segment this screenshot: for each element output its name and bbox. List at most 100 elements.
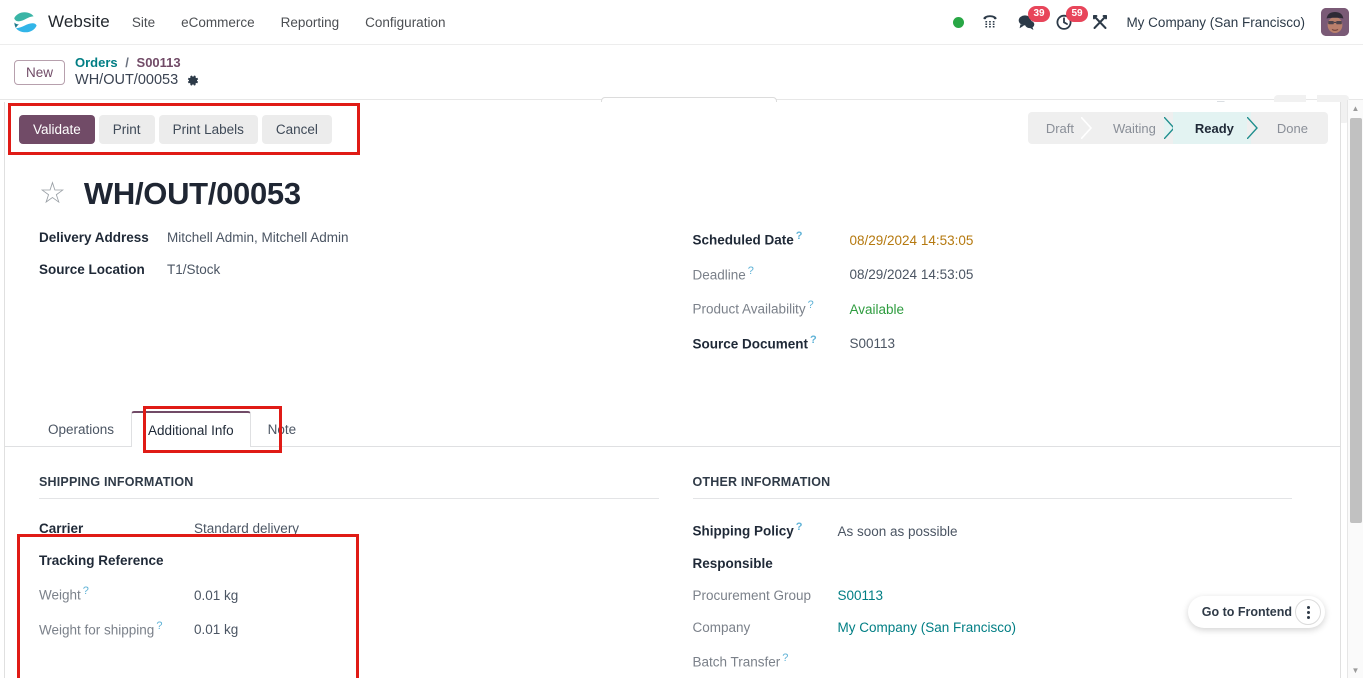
menu-item-site[interactable]: Site	[132, 15, 155, 30]
presence-status-dot-icon	[953, 16, 965, 28]
field-tracking-reference: Tracking Reference	[39, 553, 673, 568]
menu-item-ecommerce[interactable]: eCommerce	[181, 15, 255, 30]
status-stage-draft[interactable]: Draft	[1028, 112, 1093, 144]
field-procurement-group-value[interactable]: S00113	[838, 588, 884, 603]
print-button[interactable]: Print	[98, 115, 155, 144]
form-sheet: Validate Print Print Labels Cancel Draft…	[4, 102, 1341, 678]
new-button[interactable]: New	[14, 59, 66, 85]
odoo-app-window: Website Site eCommerce Reporting Configu…	[0, 0, 1363, 678]
activities-clock-icon[interactable]: 59	[1054, 6, 1088, 32]
field-shipping-policy-value[interactable]: As soon as possible	[838, 524, 958, 539]
field-responsible: Responsible	[693, 556, 1307, 571]
field-source-location-value[interactable]: T1/Stock	[167, 262, 220, 277]
field-source-document: Source Document? S00113	[693, 334, 1307, 352]
breadcrumb: Orders / S00113 WH/OUT/00053	[75, 55, 200, 89]
scroll-down-arrow-icon[interactable]: ▼	[1348, 662, 1363, 678]
help-tooltip-icon[interactable]: ?	[782, 652, 788, 664]
print-labels-button[interactable]: Print Labels	[158, 115, 258, 144]
form-column-left: Delivery Address Mitchell Admin, Mitchel…	[39, 230, 673, 368]
scrollbar-thumb[interactable]	[1350, 118, 1362, 523]
field-product-availability-value: Available	[849, 301, 905, 317]
messages-icon[interactable]: 39	[1016, 6, 1050, 32]
star-outline-icon[interactable]: ☆	[39, 179, 66, 209]
field-company-label: Company	[692, 619, 751, 635]
field-shipping-policy: Shipping Policy? As soon as possible	[693, 521, 1307, 539]
status-stage-ready-label: Ready	[1194, 120, 1234, 136]
notebook: Operations Additional Info Note SHIPPING…	[5, 406, 1340, 678]
field-deadline-value[interactable]: 08/29/2024 14:53:05	[850, 267, 974, 282]
field-batch-transfer: Batch Transfer?	[693, 652, 1307, 670]
status-stage-draft-label: Draft	[1045, 120, 1075, 136]
menu-item-configuration[interactable]: Configuration	[365, 15, 445, 30]
breadcrumb-orders-link[interactable]: Orders	[75, 55, 118, 70]
tab-operations[interactable]: Operations	[31, 411, 131, 447]
record-action-buttons: Validate Print Print Labels Cancel	[19, 115, 332, 144]
brand-home-link[interactable]: Website	[12, 9, 110, 36]
status-stage-ready[interactable]: Ready	[1172, 112, 1258, 144]
help-tooltip-icon[interactable]: ?	[156, 620, 162, 632]
validate-button[interactable]: Validate	[19, 115, 95, 144]
menu-item-reporting[interactable]: Reporting	[281, 15, 340, 30]
go-to-frontend-button[interactable]: Go to Frontend	[1202, 605, 1292, 619]
help-tooltip-icon[interactable]: ?	[796, 230, 803, 242]
field-delivery-address-label: Delivery Address	[39, 230, 149, 245]
field-carrier: Carrier Standard delivery	[39, 521, 673, 536]
field-scheduled-date-value[interactable]: 08/29/2024 14:53:05	[850, 233, 974, 248]
help-tooltip-icon[interactable]: ?	[808, 299, 814, 311]
brand-name: Website	[48, 12, 110, 31]
scroll-up-arrow-icon[interactable]: ▲	[1348, 100, 1363, 116]
navbar-systray: 39 59 My Company (San Francisco)	[953, 6, 1353, 36]
field-batch-transfer-label: Batch Transfer?	[692, 651, 789, 670]
tab-note[interactable]: Note	[251, 411, 314, 447]
form-columns: Delivery Address Mitchell Admin, Mitchel…	[39, 230, 1306, 368]
current-company-label[interactable]: My Company (San Francisco)	[1126, 15, 1305, 30]
other-information-title: OTHER INFORMATION	[692, 475, 1292, 499]
status-stage-waiting[interactable]: Waiting	[1091, 112, 1175, 144]
field-product-availability: Product Availability? Available	[693, 299, 1307, 317]
gear-icon[interactable]	[185, 73, 200, 88]
other-information-section: OTHER INFORMATION Shipping Policy? As so…	[673, 475, 1307, 678]
field-delivery-address-value[interactable]: Mitchell Admin, Mitchell Admin	[167, 230, 349, 245]
help-tooltip-icon[interactable]: ?	[83, 585, 89, 597]
cancel-button[interactable]: Cancel	[261, 115, 332, 144]
field-deadline-label: Deadline?	[692, 264, 754, 283]
help-tooltip-icon[interactable]: ?	[748, 265, 754, 277]
field-responsible-label: Responsible	[692, 555, 773, 571]
field-weight-value[interactable]: 0.01 kg	[194, 588, 238, 603]
field-source-location-label: Source Location	[39, 262, 145, 277]
breadcrumb-current-record: WH/OUT/00053	[75, 72, 179, 89]
sheet-header: Validate Print Print Labels Cancel Draft…	[5, 102, 1340, 155]
kebab-menu-icon[interactable]	[1295, 599, 1321, 625]
breadcrumb-order-link[interactable]: S00113	[137, 55, 181, 70]
status-stage-done[interactable]: Done	[1251, 112, 1328, 144]
field-product-availability-label: Product Availability?	[692, 299, 814, 317]
field-weight-label: Weight?	[39, 585, 89, 603]
avatar[interactable]	[1321, 8, 1349, 36]
form-view-scroll-area: Validate Print Print Labels Cancel Draft…	[0, 100, 1363, 678]
go-to-frontend-widget: Go to Frontend	[1187, 596, 1325, 628]
field-shipping-policy-label: Shipping Policy?	[692, 521, 803, 539]
status-stage-waiting-label: Waiting	[1113, 120, 1156, 136]
help-tooltip-icon[interactable]: ?	[796, 521, 803, 533]
field-carrier-label: Carrier	[39, 521, 84, 536]
field-deadline: Deadline? 08/29/2024 14:53:05	[693, 265, 1307, 283]
page-title: WH/OUT/00053	[83, 176, 301, 211]
developer-tools-icon[interactable]	[1090, 12, 1110, 32]
control-panel: New Orders / S00113 WH/OUT/00053 Detaile…	[0, 45, 1363, 128]
form-column-right: Scheduled Date? 08/29/2024 14:53:05 Dead…	[673, 230, 1307, 368]
field-carrier-value[interactable]: Standard delivery	[194, 521, 299, 536]
breadcrumb-separator: /	[125, 54, 129, 70]
field-scheduled-date-label: Scheduled Date?	[692, 230, 803, 248]
field-company-value[interactable]: My Company (San Francisco)	[838, 620, 1017, 635]
messages-badge: 39	[1028, 6, 1050, 22]
help-tooltip-icon[interactable]: ?	[810, 334, 817, 346]
main-menu: Site eCommerce Reporting Configuration	[132, 15, 446, 30]
vertical-scrollbar[interactable]: ▲ ▼	[1347, 100, 1363, 678]
top-navbar: Website Site eCommerce Reporting Configu…	[0, 0, 1363, 45]
field-scheduled-date: Scheduled Date? 08/29/2024 14:53:05	[693, 230, 1307, 248]
voip-phone-icon[interactable]	[980, 12, 1000, 32]
tab-additional-info[interactable]: Additional Info	[131, 411, 251, 447]
field-source-location: Source Location T1/Stock	[39, 262, 673, 277]
field-source-document-value[interactable]: S00113	[850, 336, 896, 351]
shipping-information-title: SHIPPING INFORMATION	[39, 475, 659, 499]
